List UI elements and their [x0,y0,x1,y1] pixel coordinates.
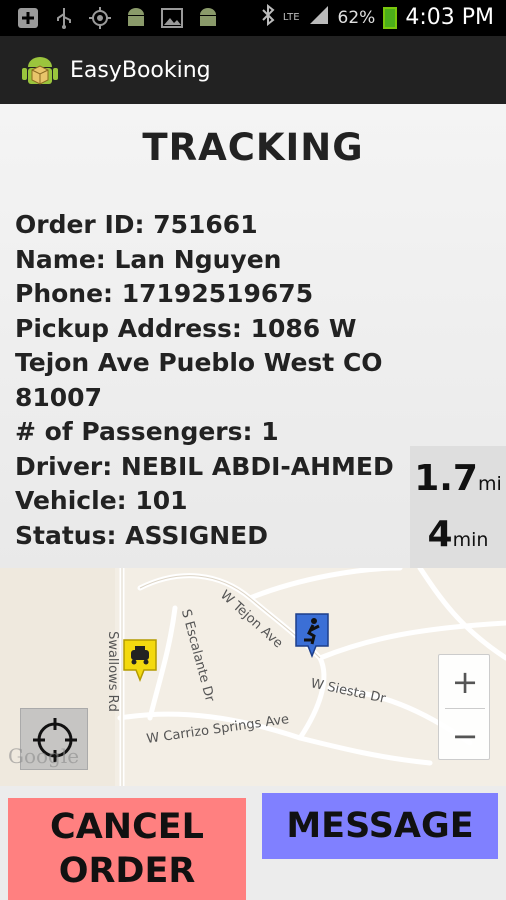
vehicle-number: Vehicle: 101 [15,486,188,515]
order-status: Status: ASSIGNED [15,520,268,550]
eta-time: 4min [427,514,489,555]
pickup-address-line3: 81007 [15,382,102,412]
system-status: LTE 62% 4:03 PM [261,3,494,31]
signal-icon [308,4,330,31]
action-bar: EasyBooking [0,36,506,104]
message-button[interactable]: MESSAGE [262,793,498,859]
android-icon [124,6,148,30]
pickup-address-line2: Tejon Ave Pueblo West CO [15,348,383,377]
road-label: Swallows Rd [104,631,120,712]
pickup-marker-icon[interactable] [294,612,330,658]
android-icon [196,6,220,30]
clock: 4:03 PM [405,5,494,30]
android-box-icon [20,50,60,90]
image-icon [160,6,184,30]
order-details: Order ID: 751661 Name: Lan Nguyen Phone:… [15,208,410,553]
taxi-marker-icon[interactable] [122,638,158,682]
zoom-in-button[interactable]: + [439,655,491,708]
driver-name: Driver: NEBIL ABDI-AHMED [15,451,394,481]
eta-distance: 1.7mi [414,458,502,499]
order-id: Order ID: 751661 [15,210,258,239]
pickup-address: Pickup Address: 1086 W [15,313,357,343]
usb-icon [52,6,76,30]
status-bar: LTE 62% 4:03 PM [0,0,506,36]
app-title: EasyBooking [70,57,211,83]
zoom-controls: + − [438,654,490,760]
battery-icon [383,6,398,29]
add-icon [16,6,40,30]
customer-phone: Phone: 17192519675 [15,279,314,308]
notification-icons [16,6,220,30]
google-attribution: Google [8,744,80,768]
customer-name: Name: Lan Nguyen [15,244,282,274]
passenger-count: # of Passengers: 1 [15,417,279,446]
network-icon: LTE [282,12,300,23]
bluetooth-icon [261,3,275,31]
zoom-out-button[interactable]: − [439,709,491,762]
battery-percent: 62% [337,7,376,28]
eta-box: 1.7mi 4min [410,446,506,568]
gps-icon [88,6,112,30]
page-title: TRACKING [142,126,364,169]
cancel-order-button[interactable]: CANCEL ORDER [8,798,246,900]
